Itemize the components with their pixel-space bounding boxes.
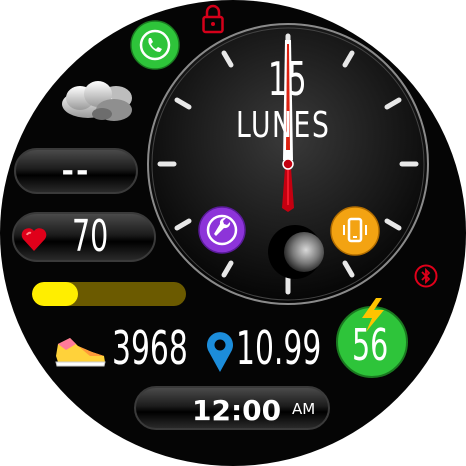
heart-rate-complication[interactable]: 70 (12, 212, 156, 262)
cloud-icon[interactable] (58, 74, 138, 128)
weather-complication[interactable]: -- (14, 148, 138, 194)
digital-time-ampm: AM (292, 400, 316, 418)
digital-time: 12:00 (192, 394, 282, 427)
digital-time-complication[interactable]: 12:00 AM (134, 386, 330, 430)
watch-face: 15 LUNES -- 70 3968 10.99 56 12:00 AM (0, 0, 466, 466)
phone-icon (130, 20, 180, 70)
lock-icon[interactable] (201, 4, 225, 34)
steps-value: 3968 (112, 321, 188, 375)
wrench-icon (198, 206, 246, 254)
weather-value: -- (61, 154, 91, 189)
mobile-vibrate-icon (330, 206, 380, 256)
heart-icon (20, 226, 48, 252)
settings-button[interactable] (198, 206, 246, 254)
mobile-button[interactable] (330, 206, 380, 256)
weekday-label: LUNES (236, 105, 331, 146)
phone-button[interactable] (130, 20, 180, 70)
battery-complication[interactable]: 56 (332, 298, 414, 380)
sneaker-icon (52, 326, 108, 372)
activity-progress-bar (32, 282, 186, 306)
moon-phase-icon (284, 232, 324, 272)
activity-progress-fill (32, 282, 79, 306)
date-day: 15 (268, 52, 308, 106)
battery-value: 56 (352, 320, 389, 371)
heart-rate-value: 70 (72, 211, 109, 262)
bluetooth-icon[interactable] (414, 264, 438, 288)
location-pin-icon (205, 330, 235, 374)
distance-value: 10.99 (236, 321, 322, 375)
